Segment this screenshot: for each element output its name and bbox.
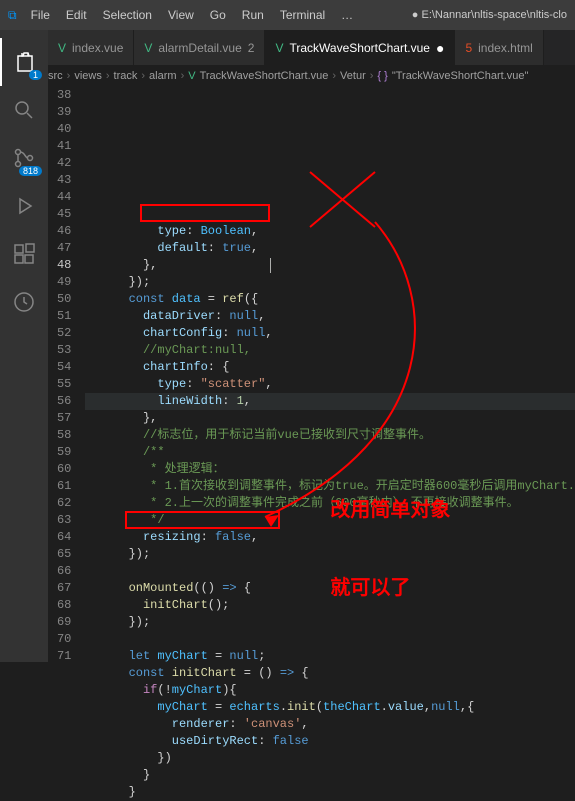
annotation-box-1 [140,204,270,222]
tab-bar: Vindex.vue ValarmDetail.vue 2 VTrackWave… [0,30,575,65]
activity-search[interactable] [0,86,48,134]
breadcrumb[interactable]: src› views› track› alarm› V TrackWaveSho… [0,65,575,87]
menu-file[interactable]: File [23,8,58,22]
menu-selection[interactable]: Selection [95,8,160,22]
scm-badge: 818 [19,166,42,176]
vue-icon: V [275,41,283,55]
editor[interactable]: 3839404142434445464748495051525354555657… [48,87,575,662]
activity-bar: 1 818 [0,30,48,662]
vscode-icon: ⧉ [8,8,17,23]
menu-go[interactable]: Go [202,8,234,22]
vue-icon: V [58,41,66,55]
activity-explorer[interactable]: 1 [0,38,48,86]
tab-trackwave[interactable]: VTrackWaveShortChart.vue ● [265,30,455,65]
activity-scm[interactable]: 818 [0,134,48,182]
menu-view[interactable]: View [160,8,202,22]
menu-edit[interactable]: Edit [58,8,95,22]
tab-index-vue[interactable]: Vindex.vue [48,30,134,65]
tab-alarmdetail[interactable]: ValarmDetail.vue 2 [134,30,265,65]
vue-icon: V [144,41,152,55]
modified-dot: ● [436,40,444,56]
menu-more[interactable]: … [333,8,361,22]
explorer-badge: 1 [29,70,42,80]
activity-extensions[interactable] [0,230,48,278]
line-gutter: 3839404142434445464748495051525354555657… [48,87,85,662]
activity-debug[interactable] [0,182,48,230]
project-path: ● E:\Nannar\nltis-space\nltis-clo [412,9,567,21]
titlebar: ⧉ File Edit Selection View Go Run Termin… [0,0,575,30]
code-area[interactable]: 改用简单对象 就可以了 type: Boolean, default: true… [85,87,575,662]
text-cursor [270,258,271,273]
tab-index-html[interactable]: 5index.html [455,30,543,65]
html-icon: 5 [465,41,472,55]
activity-timeline[interactable] [0,278,48,326]
menu-terminal[interactable]: Terminal [272,8,333,22]
menu-run[interactable]: Run [234,8,272,22]
